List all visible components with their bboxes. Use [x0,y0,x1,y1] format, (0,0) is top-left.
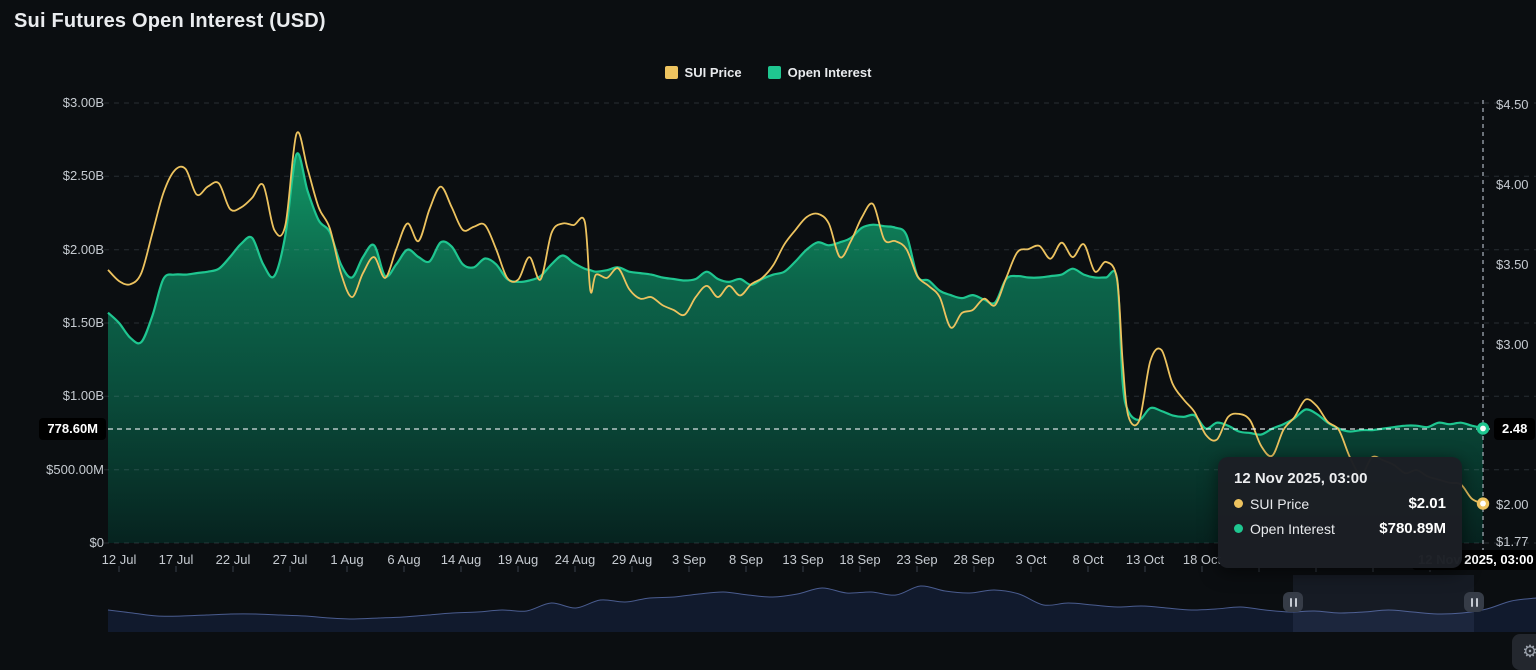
open-interest-marker-core [1480,426,1486,432]
crosshair-oi-pill: 778.60M [39,418,106,440]
legend-item-open-interest[interactable]: Open Interest [768,65,872,80]
legend-label: Open Interest [788,65,872,80]
tooltip-row-sui-price: SUI Price $2.01 [1234,495,1446,512]
tooltip: 12 Nov 2025, 03:00 SUI Price $2.01 Open … [1218,457,1462,568]
legend-item-sui-price[interactable]: SUI Price [665,65,742,80]
gear-icon: ⚙ [1522,642,1536,662]
chart-panel: Sui Futures Open Interest (USD) SUI Pric… [0,0,1536,643]
tooltip-label: Open Interest [1250,521,1335,537]
legend: SUI Price Open Interest [0,65,1536,80]
tooltip-value: $780.89M [1379,520,1446,537]
open-interest-dot-icon [1234,524,1243,533]
crosshair-price-pill: 2.48 [1494,418,1535,440]
settings-gear-button[interactable]: ⚙ [1512,634,1536,670]
navigator-selection-window[interactable] [1293,575,1474,632]
open-interest-swatch-icon [768,66,781,79]
sui-price-dot-icon [1234,499,1243,508]
tooltip-date: 12 Nov 2025, 03:00 [1234,470,1446,487]
navigator-right-handle[interactable] [1464,592,1484,612]
legend-label: SUI Price [685,65,742,80]
tooltip-row-open-interest: Open Interest $780.89M [1234,520,1446,537]
navigator-left-handle[interactable] [1283,592,1303,612]
tooltip-value: $2.01 [1408,495,1446,512]
sui-price-marker-core [1480,501,1486,507]
tooltip-label: SUI Price [1250,496,1309,512]
sui-price-swatch-icon [665,66,678,79]
